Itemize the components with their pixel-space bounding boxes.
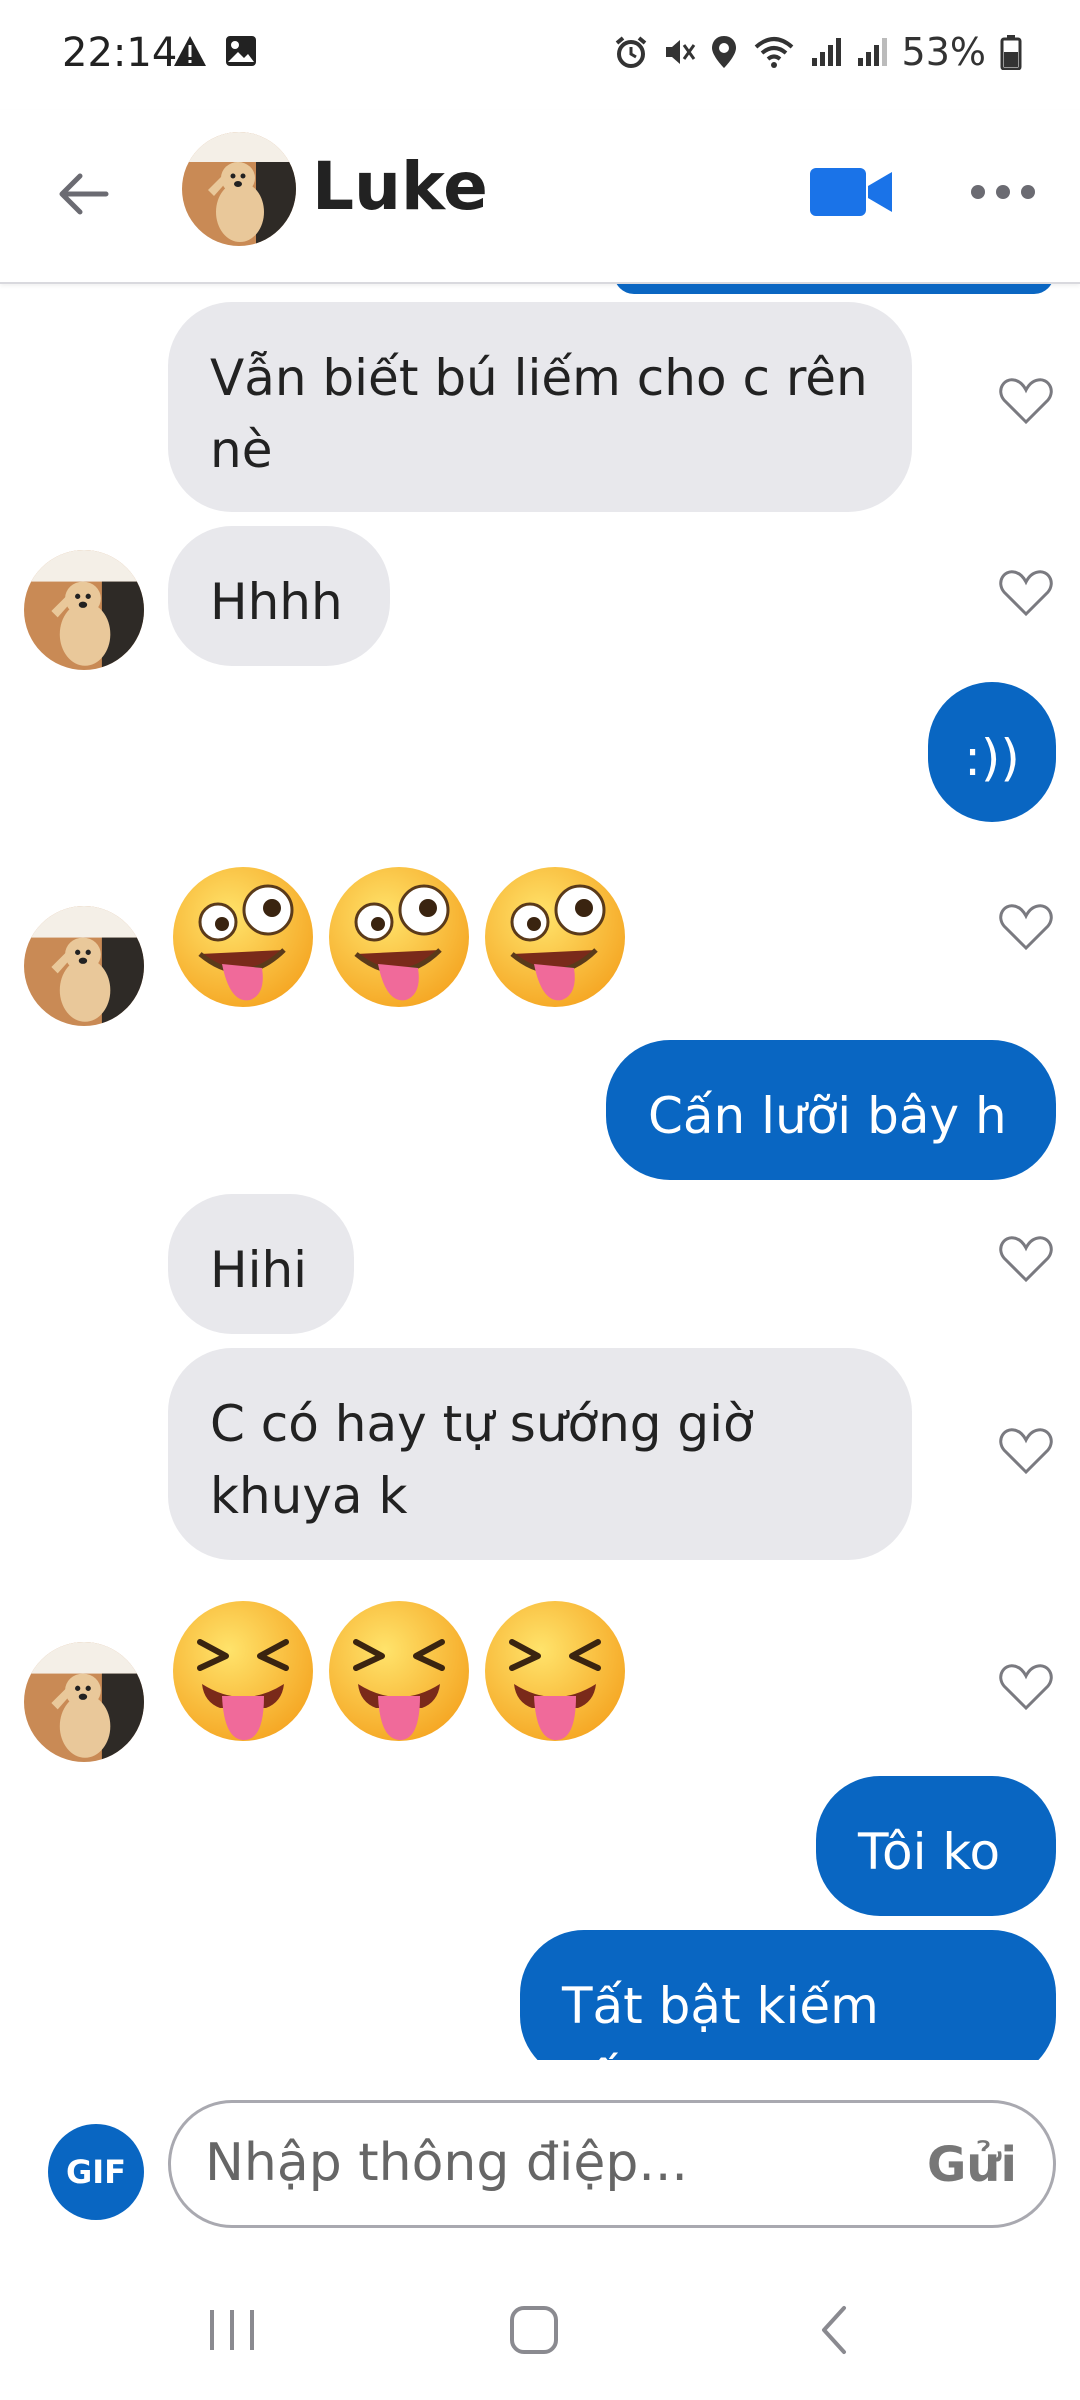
contact-avatar[interactable] (182, 132, 296, 246)
zany-face-emoji (329, 867, 469, 1007)
more-options-icon[interactable] (968, 172, 1038, 212)
message-text: C có hay tự sướng giờ khuya k (210, 1395, 754, 1525)
message-list[interactable]: Vẫn biết bú liếm cho c rên nè Hhhh :)) C… (0, 284, 1080, 2060)
dog-avatar-image (24, 906, 144, 1026)
message-text: Tất bật kiếm sống (562, 1977, 879, 2060)
incoming-message-bubble[interactable]: C có hay tự sướng giờ khuya k (168, 1348, 912, 1560)
heart-icon[interactable] (998, 1234, 1054, 1284)
sender-avatar[interactable] (24, 906, 144, 1026)
battery-percent: 53% (901, 30, 986, 74)
send-button[interactable]: Gửi (927, 2137, 1017, 2193)
heart-icon[interactable] (998, 568, 1054, 618)
back-arrow-icon[interactable] (54, 164, 114, 224)
emoji-message[interactable] (170, 1598, 628, 1744)
gif-button[interactable]: GIF (48, 2124, 144, 2220)
contact-name[interactable]: Luke (312, 148, 488, 225)
heart-icon[interactable] (998, 902, 1054, 952)
heart-icon[interactable] (998, 1662, 1054, 1712)
message-text: Tôi ko (858, 1823, 1001, 1881)
outgoing-bubble-partial (614, 284, 1054, 294)
emoji-message[interactable] (170, 864, 628, 1010)
sender-avatar[interactable] (24, 1642, 144, 1762)
outgoing-message-bubble[interactable]: Tất bật kiếm sống (520, 1930, 1056, 2060)
zany-face-emoji (485, 867, 625, 1007)
image-icon (226, 36, 256, 66)
message-composer: GIF Nhập thông điệp... Gửi (0, 2060, 1080, 2260)
back-nav-icon[interactable] (808, 2302, 864, 2358)
dog-avatar-image (182, 132, 296, 246)
outgoing-message-bubble[interactable]: Tôi ko (816, 1776, 1056, 1916)
dog-avatar-image (24, 550, 144, 670)
incoming-message-bubble[interactable]: Vẫn biết bú liếm cho c rên nè (168, 302, 912, 512)
chat-header: Luke (0, 110, 1080, 284)
dog-avatar-image (24, 1642, 144, 1762)
battery-icon (1000, 35, 1022, 70)
outgoing-message-bubble[interactable]: Cấn lưỡi bây h (606, 1040, 1056, 1180)
message-text: :)) (964, 729, 1020, 787)
message-input-field[interactable]: Nhập thông điệp... Gửi (168, 2100, 1056, 2228)
signal-icon (857, 38, 887, 66)
incoming-message-bubble[interactable]: Hhhh (168, 526, 390, 666)
zany-face-emoji (173, 867, 313, 1007)
sender-avatar[interactable] (24, 550, 144, 670)
squinting-tongue-emoji (485, 1601, 625, 1741)
status-bar: 22:14 53% (0, 0, 1080, 110)
outgoing-message-bubble[interactable]: :)) (928, 682, 1056, 822)
message-text: Cấn lưỡi bây h (648, 1087, 1007, 1145)
location-icon (711, 36, 736, 68)
message-text: Hihi (210, 1241, 308, 1299)
incoming-message-bubble[interactable]: Hihi (168, 1194, 354, 1334)
heart-icon[interactable] (998, 376, 1054, 426)
system-nav-bar (0, 2262, 1080, 2400)
home-icon[interactable] (506, 2302, 562, 2358)
alarm-icon (615, 36, 646, 68)
message-text: Hhhh (210, 573, 343, 631)
status-time: 22:14 (62, 30, 178, 76)
recent-apps-icon[interactable] (204, 2302, 260, 2358)
message-input-placeholder[interactable]: Nhập thông điệp... (205, 2133, 688, 2193)
warning-icon (174, 36, 206, 66)
mute-icon (665, 40, 695, 64)
heart-icon[interactable] (998, 1426, 1054, 1476)
wifi-icon (754, 37, 793, 68)
message-text: Vẫn biết bú liếm cho c rên nè (210, 349, 868, 479)
squinting-tongue-emoji (173, 1601, 313, 1741)
signal-icon (811, 38, 841, 66)
video-call-icon[interactable] (808, 162, 894, 222)
squinting-tongue-emoji (329, 1601, 469, 1741)
